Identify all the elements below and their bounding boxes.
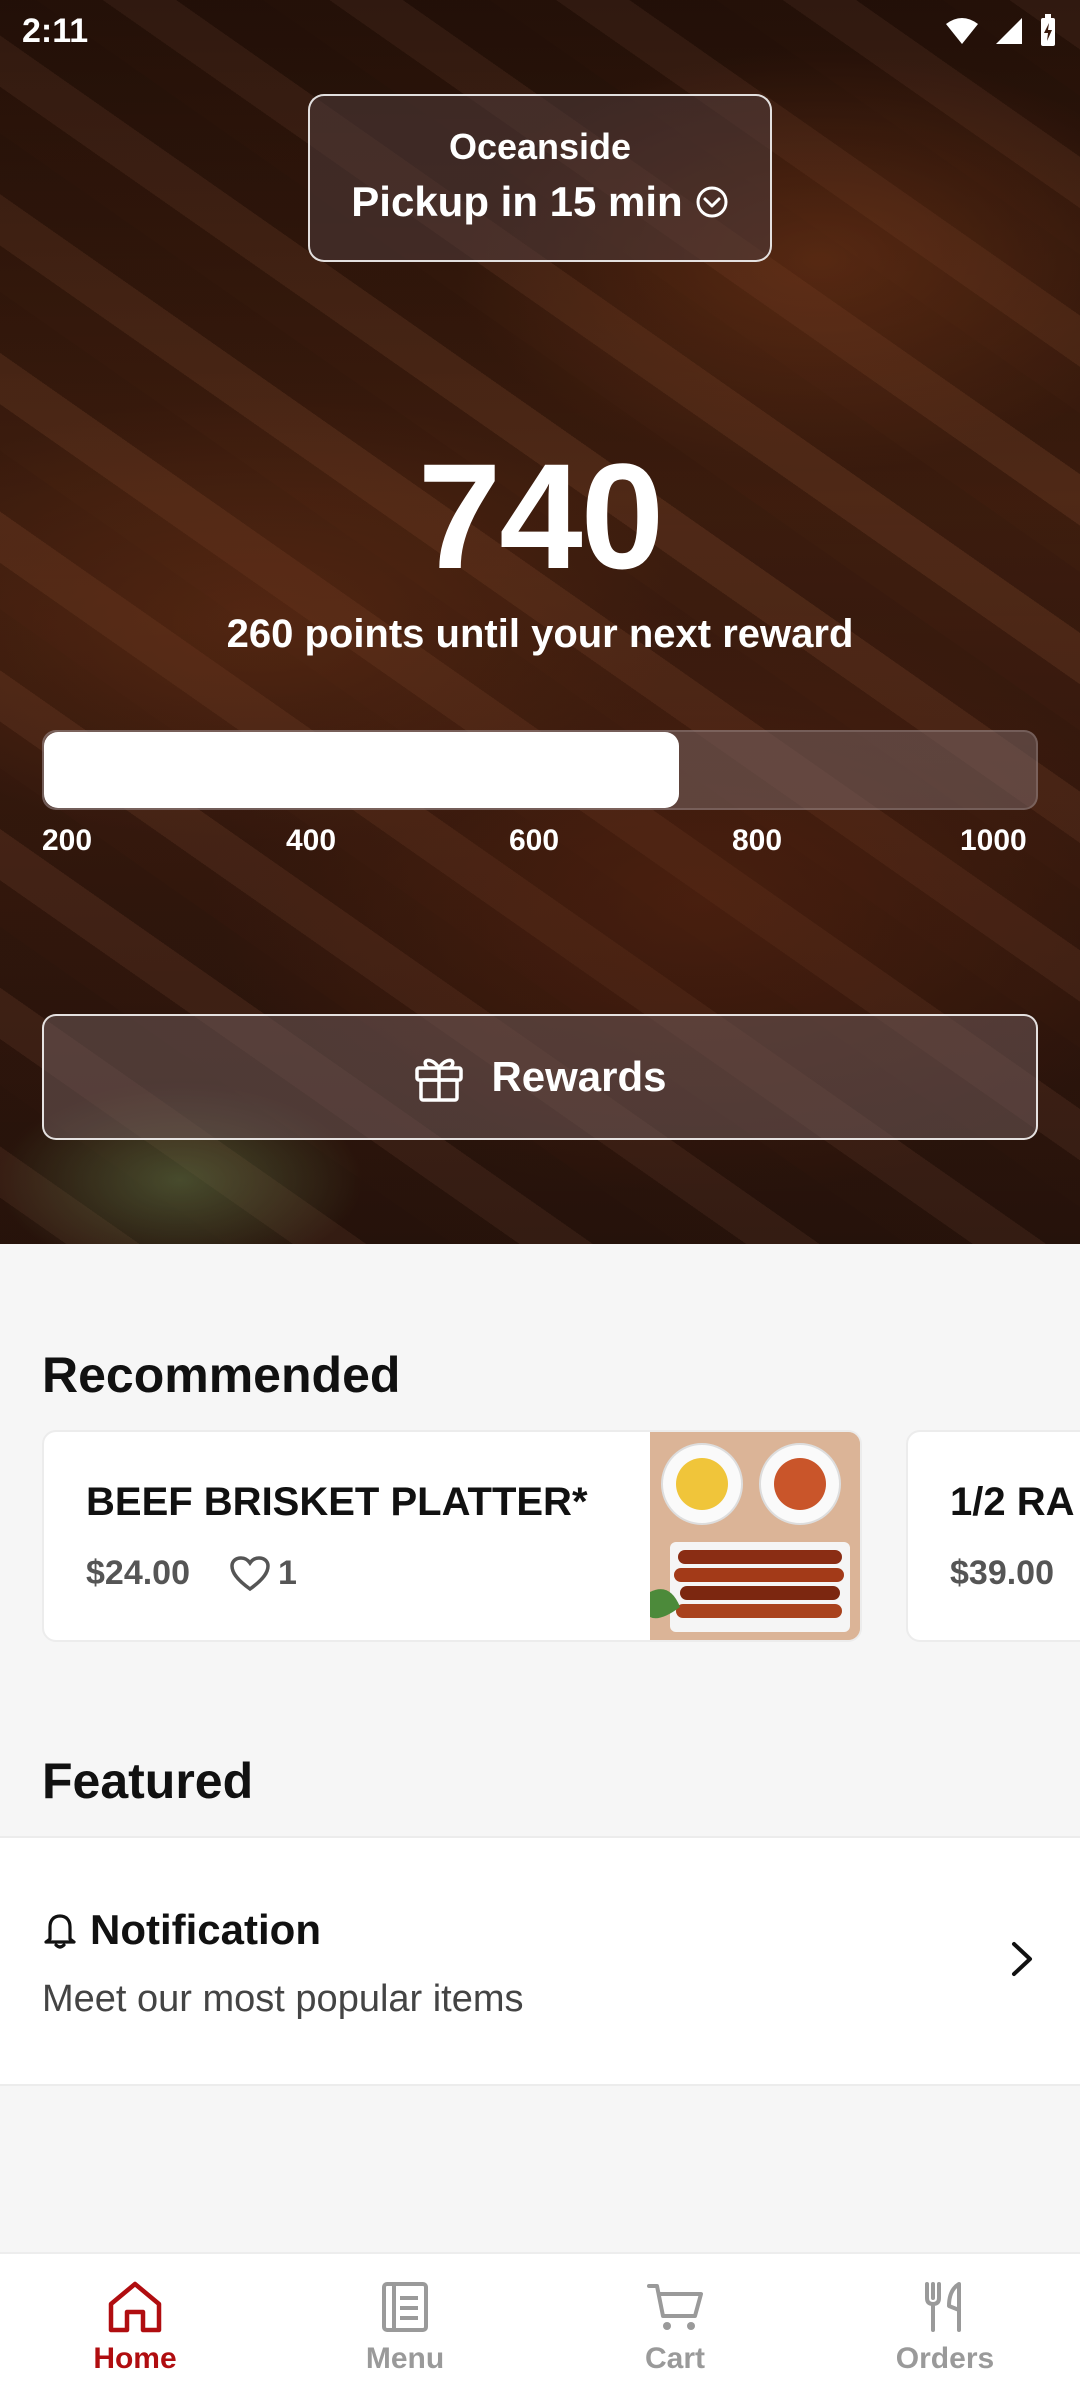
rewards-progress-bar [42, 730, 1038, 810]
status-icons [944, 14, 1058, 48]
status-time: 2:11 [22, 12, 89, 50]
pickup-label: Pickup in 15 min [351, 178, 683, 225]
brisket-platter-image [650, 1432, 860, 1640]
pickup-time: Pickup in 15 min [310, 178, 770, 226]
notification-heading: Notification [42, 1906, 321, 1954]
gift-icon [415, 1058, 464, 1102]
recommended-title: Recommended [42, 1347, 401, 1403]
item-price: $39.00 [950, 1554, 1054, 1592]
progress-tick: 200 [42, 824, 93, 857]
location-name: Oceanside [448, 126, 632, 167]
cart-icon [647, 2284, 703, 2330]
nav-menu-label: Menu [365, 2342, 445, 2375]
location-selector-button[interactable]: Oceanside Pickup in 15 min [308, 94, 772, 262]
rewards-button[interactable]: Rewards [42, 1014, 1038, 1140]
battery-icon [1041, 14, 1055, 46]
like-count: 1 [278, 1554, 297, 1592]
bottom-navigation: Home Menu Cart Orders [0, 2252, 1080, 2400]
home-icon [108, 2281, 162, 2333]
rewards-button-label: Rewards [491, 1053, 667, 1100]
notification-title: Notification [90, 1906, 321, 1953]
nav-orders-label: Orders [895, 2342, 995, 2375]
home-screen: 2:11 Oceanside Pickup in 15 min 740 260 … [0, 0, 1080, 2400]
chevron-right-icon [1012, 1942, 1032, 1976]
nav-menu[interactable]: Menu [270, 2254, 540, 2400]
menu-list-icon [382, 2282, 428, 2332]
featured-title: Featured [42, 1753, 254, 1809]
nav-cart-label: Cart [644, 2342, 705, 2375]
progress-tick: 800 [732, 824, 783, 857]
nav-home-label: Home [93, 2342, 177, 2375]
item-name: BEEF BRISKET PLATTER* [86, 1480, 588, 1524]
fork-knife-icon [925, 2282, 961, 2332]
notification-subtitle: Meet our most popular items [42, 1978, 524, 2020]
nav-cart[interactable]: Cart [540, 2254, 810, 2400]
like-button[interactable]: 1 [230, 1554, 297, 1593]
chevron-down-circle-icon [696, 186, 728, 218]
progress-tick: 600 [509, 824, 560, 857]
heart-icon [230, 1555, 270, 1591]
item-name: 1/2 RA [950, 1480, 1075, 1524]
signal-icon [996, 18, 1022, 44]
item-price: $24.00 [86, 1554, 190, 1592]
rewards-progress-fill [44, 732, 679, 808]
item-meta: $24.00 1 [86, 1554, 297, 1593]
wifi-icon [946, 18, 978, 44]
recommended-item-card[interactable]: BEEF BRISKET PLATTER* $24.00 1 [42, 1430, 862, 1642]
points-caption: 260 points until your next reward [226, 612, 854, 656]
recommended-item-card[interactable]: 1/2 RA $39.00 [906, 1430, 1080, 1642]
bell-icon [44, 1914, 76, 1949]
featured-notification-row[interactable]: Notification Meet our most popular items [0, 1836, 1080, 2086]
progress-tick: 400 [286, 824, 337, 857]
nav-home[interactable]: Home [0, 2254, 270, 2400]
progress-tick: 1000 [960, 824, 1027, 857]
nav-orders[interactable]: Orders [810, 2254, 1080, 2400]
status-bar: 2:11 [0, 0, 1080, 64]
item-meta: $39.00 [950, 1554, 1054, 1593]
hero-banner: 2:11 Oceanside Pickup in 15 min 740 260 … [0, 0, 1080, 1244]
points-balance: 740 [417, 432, 664, 600]
